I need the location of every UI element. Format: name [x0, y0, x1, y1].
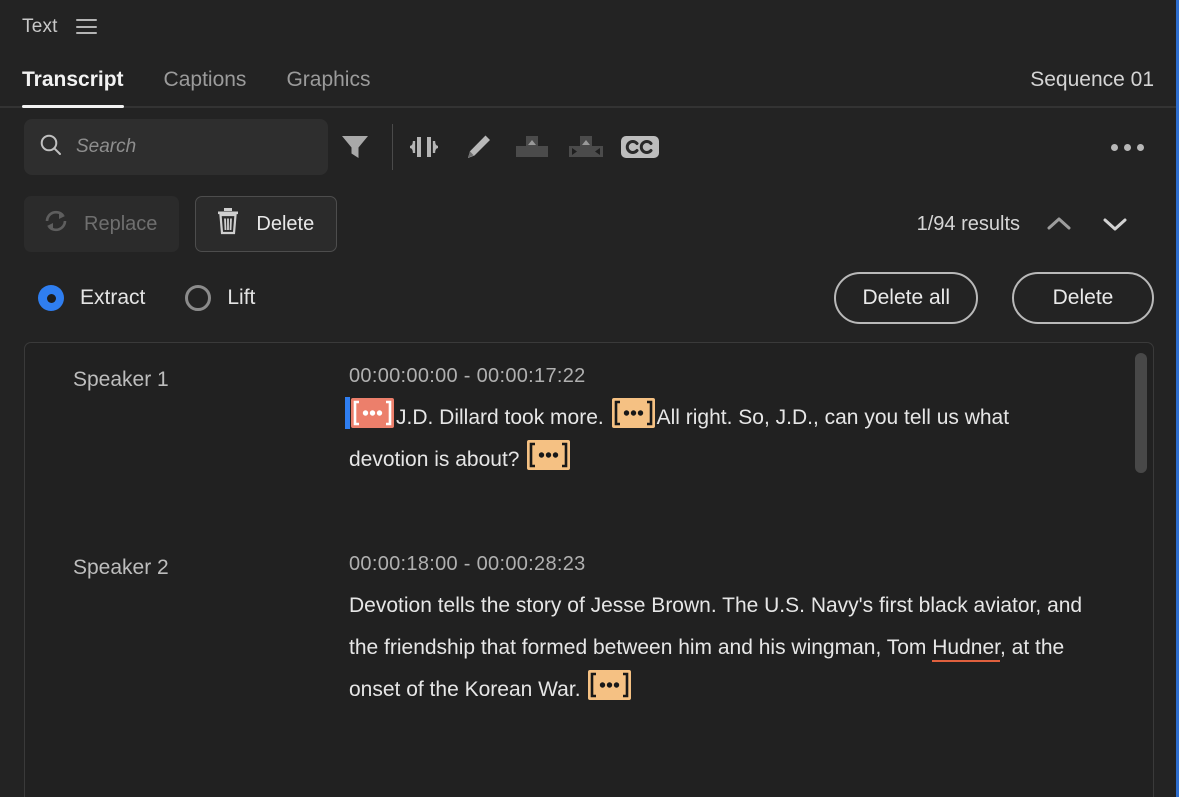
hamburger-icon[interactable] — [75, 19, 97, 34]
cc-captions-icon[interactable] — [613, 120, 667, 174]
delete-button[interactable]: Delete — [1012, 272, 1154, 324]
search-icon — [38, 132, 64, 163]
search-field[interactable] — [24, 119, 328, 175]
radio-extract-indicator — [38, 285, 64, 311]
transcript-sentence: J.D. Dillard took more. — [396, 406, 604, 429]
tab-bar: Transcript Captions Graphics Sequence 01 — [0, 53, 1176, 108]
panel-title: Text — [22, 15, 58, 37]
delete-search-button[interactable]: Delete — [195, 196, 338, 252]
transcript-text[interactable]: Devotion tells the story of Jesse Brown.… — [349, 585, 1089, 711]
delete-pill-group: Delete all Delete — [834, 272, 1154, 324]
speaker-label[interactable]: Speaker 2 — [49, 553, 349, 711]
delete-search-button-label: Delete — [256, 212, 315, 235]
insert-clip-icon[interactable] — [505, 120, 559, 174]
misspelled-word[interactable]: Hudner — [932, 636, 1000, 662]
transcript-block-content: 00:00:00:00 - 00:00:17:22 J.D. Dillard t… — [345, 365, 1113, 481]
transcript-block[interactable]: Speaker 1 00:00:00:00 - 00:00:17:22 J.D.… — [25, 365, 1153, 481]
more-options-icon[interactable] — [1097, 143, 1158, 151]
tab-graphics[interactable]: Graphics — [266, 68, 390, 106]
chevron-up-icon[interactable] — [1042, 207, 1076, 241]
sequence-name: Sequence 01 — [1030, 68, 1154, 91]
trash-icon — [214, 206, 242, 242]
filter-icon[interactable] — [328, 120, 382, 174]
search-toolbar — [0, 108, 1176, 186]
transcript-block[interactable]: Speaker 2 00:00:18:00 - 00:00:28:23 Devo… — [25, 553, 1153, 711]
tab-transcript[interactable]: Transcript — [2, 68, 144, 108]
tab-list: Transcript Captions Graphics — [0, 53, 390, 108]
radio-lift[interactable]: Lift — [185, 285, 255, 311]
pause-token[interactable] — [527, 440, 571, 470]
chevron-down-icon[interactable] — [1098, 207, 1132, 241]
transcript-text[interactable]: J.D. Dillard took more. All right. So, J… — [345, 397, 1089, 481]
panel-titlebar: Text — [0, 0, 1176, 53]
transcript-list[interactable]: Speaker 1 00:00:00:00 - 00:00:17:22 J.D.… — [24, 342, 1154, 797]
pencil-edit-icon[interactable] — [451, 120, 505, 174]
pause-token[interactable] — [345, 397, 394, 429]
replace-button-label: Replace — [84, 212, 158, 235]
timecode-range: 00:00:00:00 - 00:00:17:22 — [349, 365, 586, 387]
transcript-scroll-area: Speaker 1 00:00:00:00 - 00:00:17:22 J.D.… — [25, 343, 1153, 797]
pause-token[interactable] — [588, 670, 632, 700]
pause-token[interactable] — [611, 398, 655, 428]
search-results-nav: 1/94 results — [917, 207, 1158, 241]
timecode-range: 00:00:18:00 - 00:00:28:23 — [349, 553, 586, 575]
search-input[interactable] — [76, 136, 323, 158]
transcript-block-content: 00:00:18:00 - 00:00:28:23 Devotion tells… — [349, 553, 1113, 711]
radio-lift-label: Lift — [227, 286, 256, 309]
toolbar-divider — [392, 124, 393, 170]
search-results-count: 1/94 results — [916, 212, 1020, 235]
radio-extract[interactable]: Extract — [38, 285, 145, 311]
find-action-row: Replace Delete 1/94 results — [0, 186, 1176, 262]
radio-extract-label: Extract — [80, 286, 146, 309]
tab-captions[interactable]: Captions — [144, 68, 267, 106]
speaker-label[interactable]: Speaker 1 — [49, 365, 349, 481]
pause-markers-icon[interactable] — [397, 120, 451, 174]
text-panel: Text Transcript Captions Graphics Sequen… — [0, 0, 1179, 797]
text-cursor — [345, 397, 350, 429]
refresh-icon — [42, 207, 70, 241]
delete-all-button[interactable]: Delete all — [834, 272, 978, 324]
transcript-scrollbar-thumb[interactable] — [1135, 353, 1147, 473]
replace-button[interactable]: Replace — [24, 196, 180, 252]
delete-mode-row: Extract Lift Delete all Delete — [0, 262, 1176, 334]
transcript-scrollbar-track[interactable] — [1135, 353, 1147, 787]
radio-lift-indicator — [185, 285, 212, 311]
trim-clip-icon[interactable] — [559, 120, 613, 174]
